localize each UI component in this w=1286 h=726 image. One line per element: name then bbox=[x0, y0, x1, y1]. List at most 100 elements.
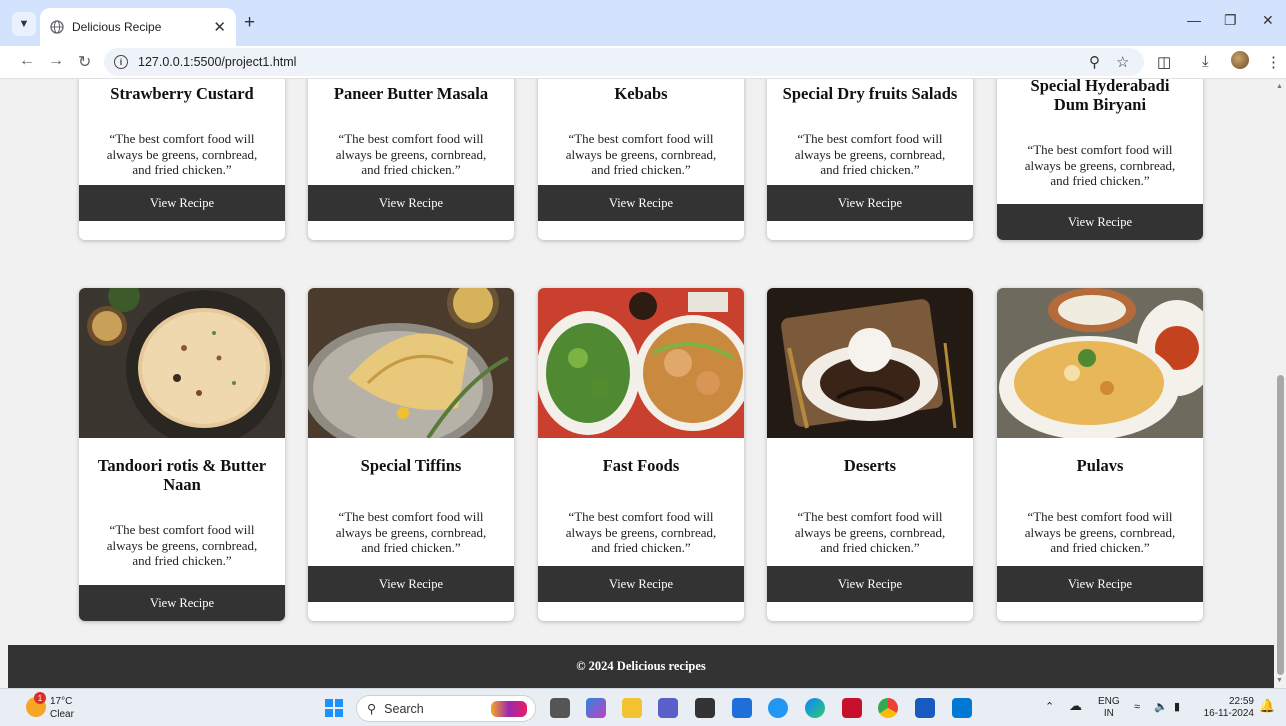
back-arrow-icon[interactable]: ← bbox=[19, 52, 35, 70]
recipe-title: Deserts bbox=[843, 456, 897, 475]
task-view-icon[interactable] bbox=[550, 698, 570, 718]
recipe-quote: “The best comfort food will always be gr… bbox=[335, 131, 487, 177]
recipe-card: Special Dry fruits Salads “The best comf… bbox=[767, 79, 973, 240]
view-recipe-button[interactable]: View Recipe bbox=[997, 566, 1203, 602]
weather-condition: Clear bbox=[50, 709, 74, 720]
recipe-card: Paneer Butter Masala “The best comfort f… bbox=[308, 79, 514, 240]
view-recipe-button[interactable]: View Recipe bbox=[79, 185, 285, 221]
minimize-window-button[interactable]: — bbox=[1187, 12, 1201, 28]
browser-tab-strip: ▼ Delicious Recipe ✕ + — ❐ ✕ bbox=[0, 0, 1286, 46]
recipe-quote: “The best comfort food will always be gr… bbox=[1024, 142, 1176, 188]
file-explorer-icon[interactable] bbox=[622, 698, 642, 718]
download-icon[interactable]: ⤓ bbox=[1202, 53, 1209, 70]
recipe-image-biryani bbox=[997, 288, 1203, 438]
view-recipe-button[interactable]: View Recipe bbox=[538, 566, 744, 602]
show-hidden-icons-chevron-icon[interactable]: ⌃ bbox=[1045, 701, 1054, 713]
reload-icon[interactable]: ↻ bbox=[78, 52, 91, 72]
recipe-quote: “The best comfort food will always be gr… bbox=[794, 131, 946, 177]
recipe-quote: “The best comfort food will always be gr… bbox=[794, 509, 946, 555]
search-highlight-icon bbox=[491, 700, 527, 717]
recipe-image-dosa bbox=[308, 288, 514, 438]
scroll-down-arrow-icon[interactable]: ▼ bbox=[1276, 677, 1283, 684]
recipe-quote: “The best comfort food will always be gr… bbox=[106, 131, 258, 177]
chrome-browser-icon[interactable] bbox=[878, 698, 898, 718]
help-app-icon[interactable] bbox=[768, 698, 788, 718]
weather-badge: 1 bbox=[34, 692, 46, 704]
recipe-card: Special Tiffins “The best comfort food w… bbox=[308, 288, 514, 621]
extensions-icon[interactable]: ◫ bbox=[1157, 53, 1171, 71]
view-recipe-button[interactable]: View Recipe bbox=[79, 585, 285, 621]
recipe-title: Special Tiffins bbox=[360, 456, 462, 475]
recipe-card: Tandoori rotis & Butter Naan “The best c… bbox=[79, 288, 285, 621]
view-recipe-button[interactable]: View Recipe bbox=[308, 566, 514, 602]
view-recipe-button[interactable]: View Recipe bbox=[767, 566, 973, 602]
restore-window-button[interactable]: ❐ bbox=[1224, 12, 1237, 29]
recipe-title: Tandoori rotis & Butter Naan bbox=[97, 456, 267, 494]
search-placeholder: Search bbox=[384, 701, 424, 716]
scroll-up-arrow-icon[interactable]: ▲ bbox=[1276, 83, 1283, 90]
recipe-title: Special Hyderabadi Dum Biryani bbox=[1030, 79, 1170, 114]
tab-title: Delicious Recipe bbox=[72, 20, 162, 34]
mdm-app-icon[interactable] bbox=[732, 698, 752, 718]
view-recipe-button[interactable]: View Recipe bbox=[767, 185, 973, 221]
taskbar-search-box[interactable]: ⚲ Search bbox=[356, 695, 536, 722]
recipe-title: Pulavs bbox=[1076, 456, 1124, 475]
more-menu-icon[interactable]: ⋮ bbox=[1266, 53, 1281, 71]
clock-date: 16-11-2024 bbox=[1203, 708, 1254, 719]
mcafee-icon[interactable] bbox=[842, 698, 862, 718]
view-recipe-button[interactable]: View Recipe bbox=[538, 185, 744, 221]
tab-search-button[interactable]: ▼ bbox=[12, 12, 36, 36]
vscode-icon[interactable] bbox=[952, 698, 972, 718]
recipe-card: Fast Foods “The best comfort food will a… bbox=[538, 288, 744, 621]
recipe-quote: “The best comfort food will always be gr… bbox=[106, 522, 258, 568]
recipe-card: Kebabs “The best comfort food will alway… bbox=[538, 79, 744, 240]
browser-tab[interactable]: Delicious Recipe ✕ bbox=[40, 8, 236, 46]
wifi-icon[interactable]: ≈ bbox=[1134, 701, 1140, 713]
recipe-quote: “The best comfort food will always be gr… bbox=[565, 509, 717, 555]
windows-taskbar: 1 17°C Clear ⚲ Search ⌃ ☁ ENG IN ≈ 🔈 ▮ 2… bbox=[0, 688, 1286, 726]
zoom-icon[interactable]: ⚲ bbox=[1089, 53, 1100, 71]
recipe-card: Strawberry Custard “The best comfort foo… bbox=[79, 79, 285, 240]
scrollbar-thumb[interactable] bbox=[1277, 375, 1284, 675]
edge-browser-icon[interactable] bbox=[805, 698, 825, 718]
recipe-title: Fast Foods bbox=[602, 456, 680, 475]
notification-bell-icon[interactable]: 🔔 bbox=[1259, 699, 1275, 712]
recipe-title: Paneer Butter Masala bbox=[333, 84, 489, 103]
profile-avatar[interactable] bbox=[1231, 51, 1249, 69]
close-tab-icon[interactable]: ✕ bbox=[213, 18, 226, 36]
recipe-image-noodle-soup bbox=[538, 288, 744, 438]
start-windows-icon[interactable] bbox=[325, 699, 343, 717]
copilot-icon[interactable] bbox=[586, 698, 606, 718]
recipe-quote: “The best comfort food will always be gr… bbox=[335, 509, 487, 555]
onedrive-cloud-icon[interactable]: ☁ bbox=[1069, 699, 1082, 712]
close-window-button[interactable]: ✕ bbox=[1262, 12, 1274, 29]
recipe-title: Special Dry fruits Salads bbox=[782, 84, 958, 103]
language-code: ENG bbox=[1098, 696, 1120, 707]
word-icon[interactable] bbox=[915, 698, 935, 718]
view-recipe-button[interactable]: View Recipe bbox=[997, 204, 1203, 240]
bookmark-star-icon[interactable]: ☆ bbox=[1116, 53, 1129, 71]
address-bar[interactable]: i 127.0.0.1:5500/project1.html bbox=[104, 48, 1144, 76]
recipe-card: Pulavs “The best comfort food will alway… bbox=[997, 288, 1203, 621]
language-indicator[interactable]: ENG IN bbox=[1098, 696, 1120, 720]
search-icon: ⚲ bbox=[367, 702, 377, 716]
view-recipe-button[interactable]: View Recipe bbox=[308, 185, 514, 221]
page-viewport: Strawberry Custard “The best comfort foo… bbox=[8, 79, 1274, 688]
recipe-image-naan bbox=[79, 288, 285, 438]
new-tab-button[interactable]: + bbox=[244, 12, 255, 34]
recipe-card: Deserts “The best comfort food will alwa… bbox=[767, 288, 973, 621]
site-info-icon[interactable]: i bbox=[114, 55, 128, 69]
page-scrollbar[interactable]: ▲ ▼ bbox=[1274, 79, 1286, 688]
teams-icon[interactable] bbox=[658, 698, 678, 718]
clock[interactable]: 22:59 16-11-2024 bbox=[1200, 696, 1254, 720]
browser-toolbar: ← → ↻ i 127.0.0.1:5500/project1.html ⚲ ☆… bbox=[0, 46, 1286, 79]
recipe-quote: “The best comfort food will always be gr… bbox=[1024, 509, 1176, 555]
microsoft-store-icon[interactable] bbox=[695, 698, 715, 718]
recipe-quote: “The best comfort food will always be gr… bbox=[565, 131, 717, 177]
clock-time: 22:59 bbox=[1228, 696, 1254, 707]
battery-icon[interactable]: ▮ bbox=[1174, 701, 1180, 713]
volume-icon[interactable]: 🔈 bbox=[1154, 701, 1168, 713]
weather-temperature: 17°C bbox=[50, 696, 73, 707]
forward-arrow-icon[interactable]: → bbox=[48, 52, 64, 70]
region-code: IN bbox=[1103, 708, 1114, 719]
